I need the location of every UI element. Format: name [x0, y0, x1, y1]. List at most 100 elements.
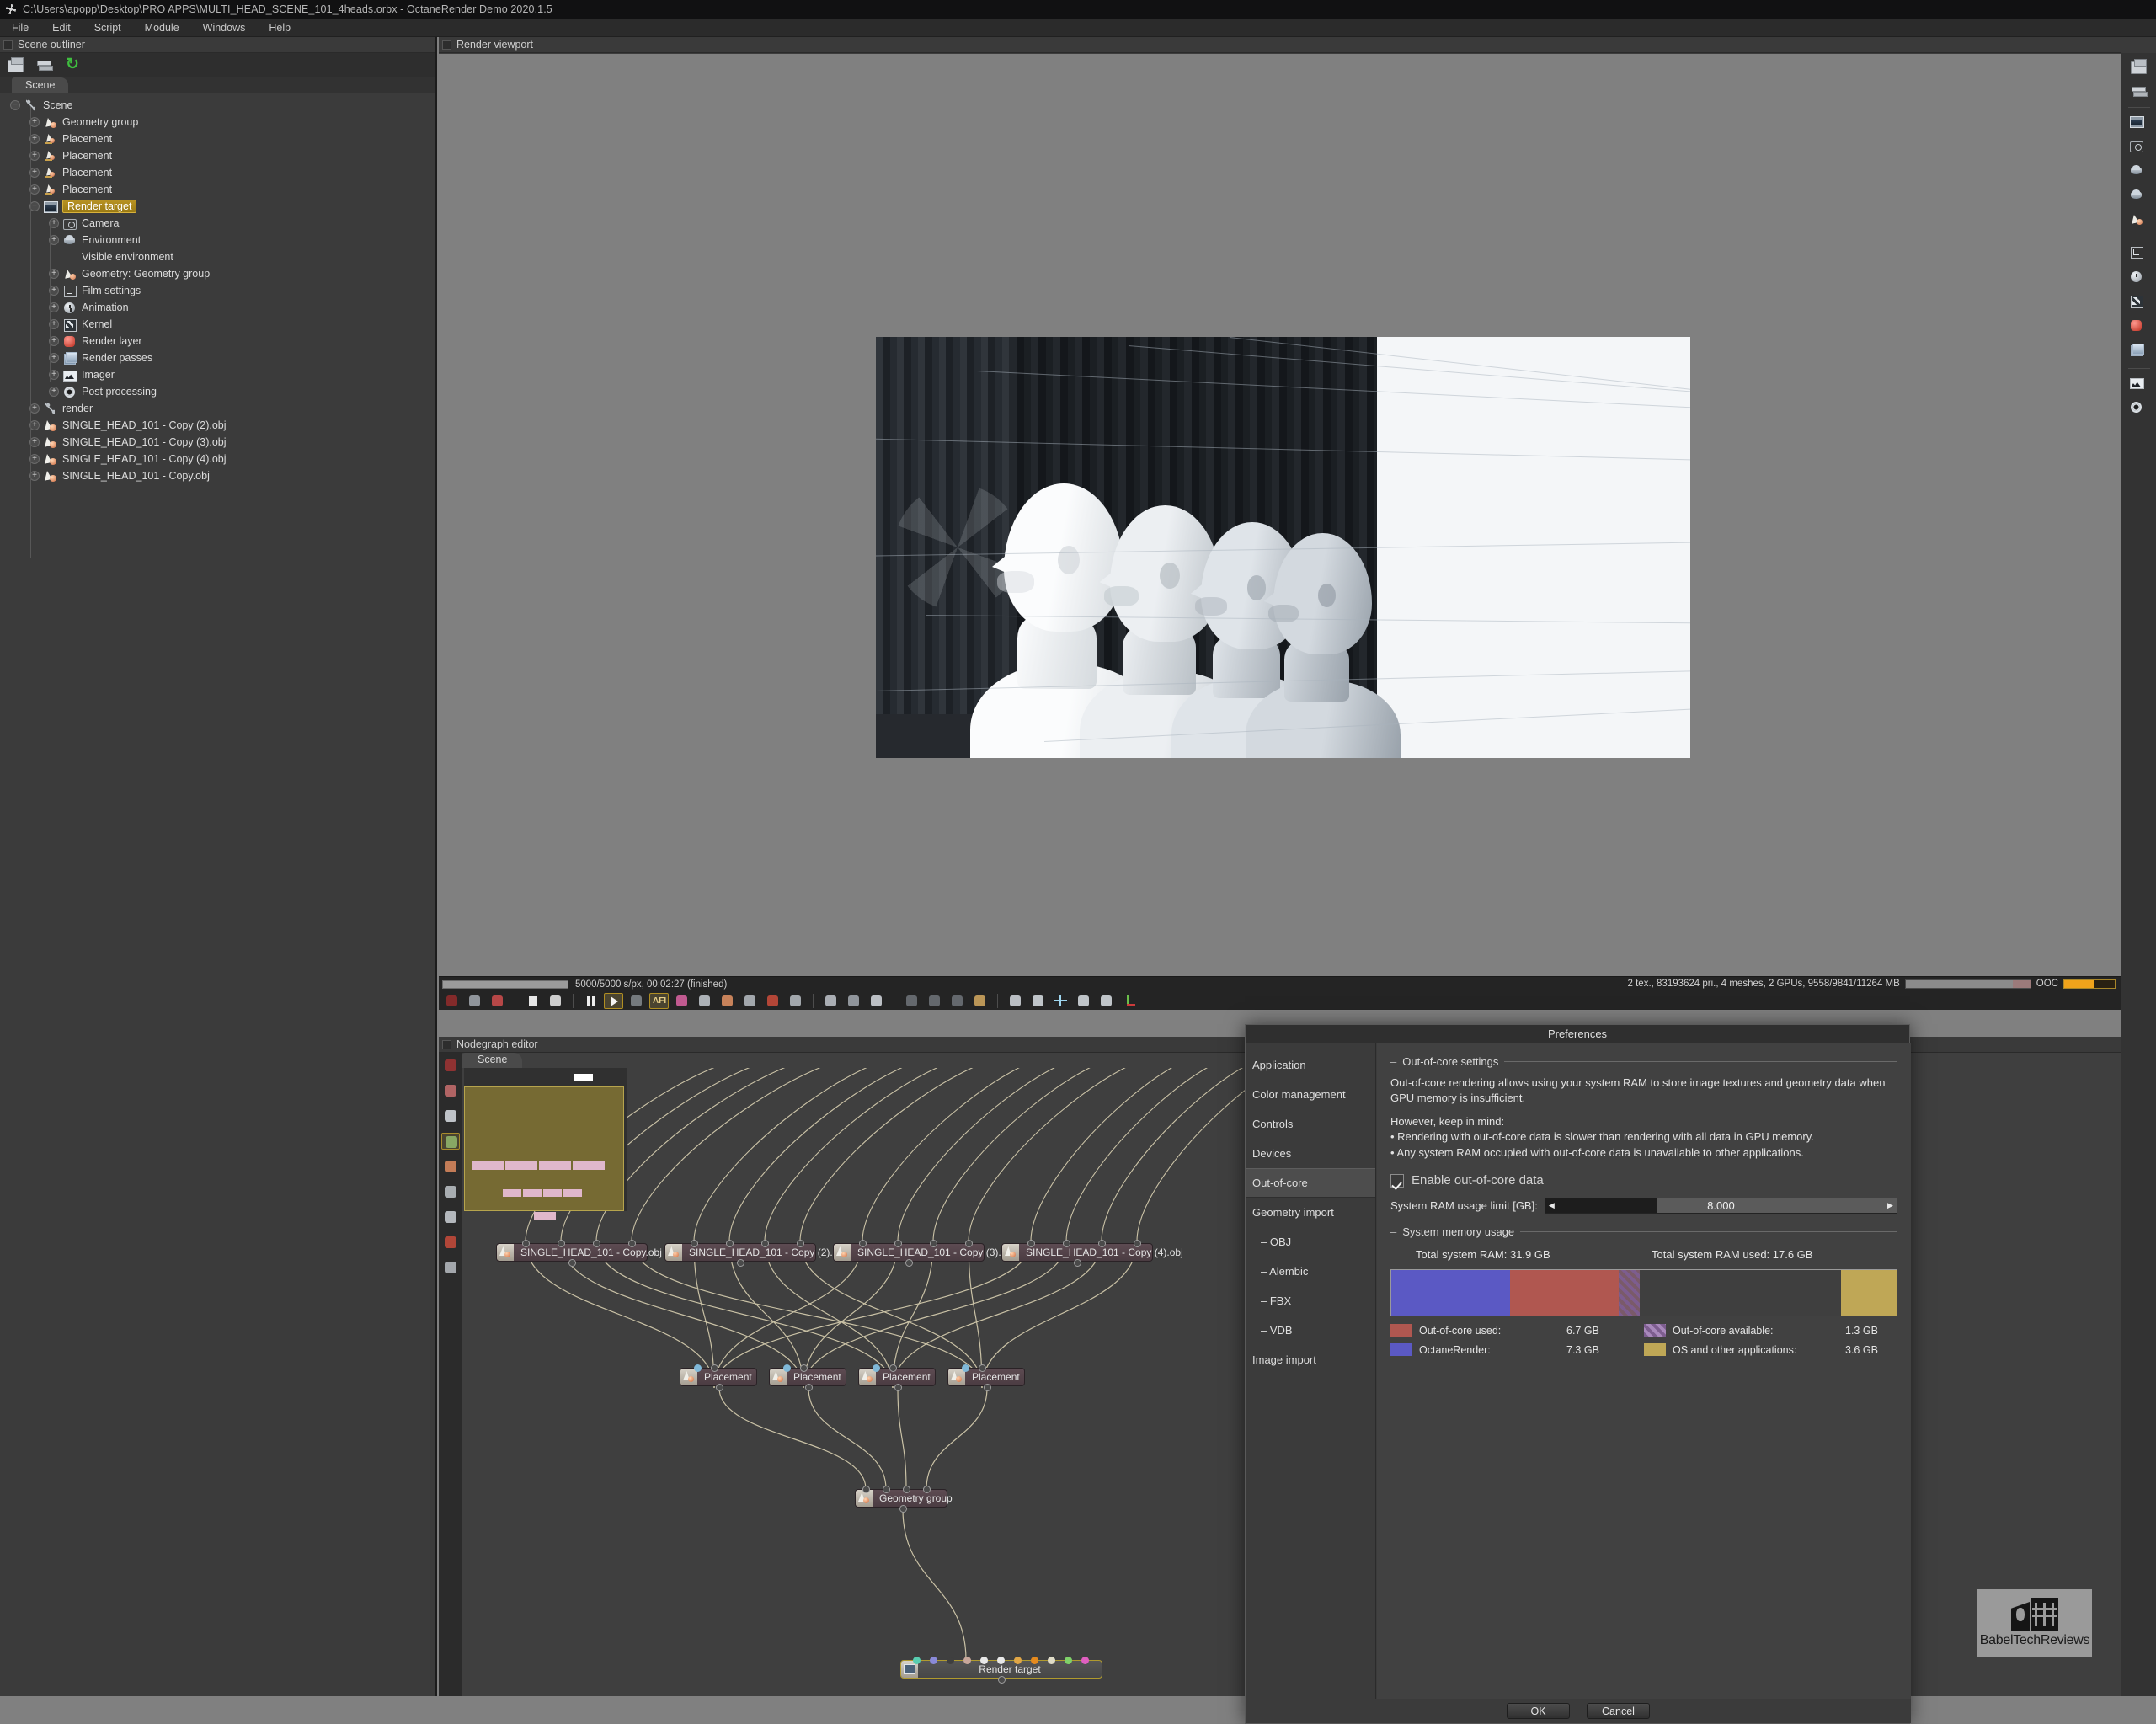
render-layer-icon[interactable]	[2130, 319, 2148, 336]
animation-icon[interactable]	[2130, 270, 2148, 287]
nodegraph-minimap[interactable]	[464, 1068, 627, 1260]
node-port[interactable]	[980, 1657, 988, 1664]
node-port[interactable]	[711, 1364, 718, 1372]
node-port[interactable]	[962, 1364, 969, 1372]
prefs-item-application[interactable]: Application	[1246, 1050, 1375, 1080]
tree-item-animation[interactable]: + Animation	[0, 299, 435, 316]
node-port[interactable]	[1031, 1657, 1038, 1664]
node-port[interactable]	[873, 1364, 880, 1372]
node-geometry-group[interactable]: Geometry group	[855, 1486, 953, 1513]
layer-pick-icon[interactable]	[786, 993, 805, 1009]
tree-item-imager[interactable]: + Imager	[0, 366, 435, 383]
node-obj-1[interactable]: SINGLE_HEAD_101 - Copy.obj	[496, 1240, 662, 1267]
speed-icon[interactable]	[867, 993, 886, 1009]
node-port[interactable]	[1098, 1240, 1106, 1247]
node-port[interactable]	[899, 1505, 907, 1513]
tree-item-placement[interactable]: + Placement	[0, 147, 435, 164]
move-icon[interactable]	[1051, 993, 1070, 1009]
cube-icon[interactable]	[1028, 993, 1048, 1009]
node-render-target[interactable]: Render target	[900, 1657, 1102, 1684]
node-obj-3[interactable]: SINGLE_HEAD_101 - Copy (3).obj	[833, 1240, 1015, 1267]
region-icon[interactable]	[844, 993, 863, 1009]
material-sphere-icon[interactable]	[695, 993, 714, 1009]
menu-item-script[interactable]: Script	[83, 19, 133, 36]
screen-icon[interactable]	[627, 993, 646, 1009]
menu-item-module[interactable]: Module	[133, 19, 191, 36]
material-icon[interactable]	[441, 1158, 460, 1175]
menu-item-windows[interactable]: Windows	[191, 19, 258, 36]
clipboard-icon[interactable]	[902, 993, 921, 1009]
node-port[interactable]	[930, 1657, 937, 1664]
select-icon[interactable]	[441, 1082, 460, 1099]
node-port[interactable]	[1027, 1240, 1035, 1247]
camera-pick-icon[interactable]	[740, 993, 760, 1009]
node-port[interactable]	[797, 1240, 804, 1247]
restart-icon[interactable]	[546, 993, 565, 1009]
node-port[interactable]	[1014, 1657, 1022, 1664]
scale-icon[interactable]	[1097, 993, 1116, 1009]
node-port[interactable]	[859, 1240, 867, 1247]
node-port[interactable]	[894, 1384, 902, 1391]
visible-environment-icon[interactable]	[2130, 189, 2148, 205]
tree-item-geometry-group[interactable]: + Geometry group	[0, 114, 435, 131]
tree-item-single-head-101-copy-3-obj[interactable]: + SINGLE_HEAD_101 - Copy (3).obj	[0, 434, 435, 451]
pause-icon[interactable]	[581, 993, 600, 1009]
node-port[interactable]	[1074, 1259, 1081, 1267]
stack-icon[interactable]	[35, 56, 53, 73]
tree-item-render[interactable]: + render	[0, 400, 435, 417]
node-port[interactable]	[694, 1364, 702, 1372]
tree-item-single-head-101-copy-obj[interactable]: + SINGLE_HEAD_101 - Copy.obj	[0, 467, 435, 484]
node-port[interactable]	[963, 1657, 971, 1664]
color-wheel-icon[interactable]	[672, 993, 691, 1009]
node-port[interactable]	[947, 1657, 954, 1664]
node-port[interactable]	[737, 1259, 744, 1267]
panel-collapse-icon[interactable]	[442, 40, 451, 50]
node-port[interactable]	[984, 1384, 991, 1391]
panel-collapse-icon[interactable]	[3, 40, 13, 50]
tree-item-placement[interactable]: + Placement	[0, 164, 435, 181]
tree-item-film-settings[interactable]: + Film settings	[0, 282, 435, 299]
node-port[interactable]	[913, 1657, 921, 1664]
octane-icon[interactable]	[442, 993, 462, 1009]
graph-icon[interactable]	[441, 1133, 460, 1150]
slider-left-arrow-icon[interactable]: ◀	[1545, 1198, 1558, 1213]
node-port[interactable]	[894, 1240, 902, 1247]
node-port[interactable]	[930, 1240, 937, 1247]
node-port[interactable]	[1065, 1657, 1072, 1664]
prefs-item-geometry-import[interactable]: Geometry import	[1246, 1198, 1375, 1227]
tree-item-placement[interactable]: + Placement	[0, 181, 435, 198]
prefs-item-vdb[interactable]: – VDB	[1246, 1316, 1375, 1345]
environment-icon[interactable]	[2130, 164, 2148, 181]
prefs-item-out-of-core[interactable]: Out-of-core	[1246, 1168, 1375, 1198]
node-obj-4[interactable]: SINGLE_HEAD_101 - Copy (4).obj	[1001, 1240, 1183, 1267]
render-canvas[interactable]	[439, 54, 2121, 1010]
node-port[interactable]	[761, 1240, 769, 1247]
lock-icon[interactable]	[1006, 993, 1025, 1009]
panel-collapse-icon[interactable]	[442, 1039, 451, 1049]
node-port[interactable]	[800, 1364, 808, 1372]
node-placement-3[interactable]: Placement	[858, 1364, 936, 1391]
prefs-item-alembic[interactable]: – Alembic	[1246, 1257, 1375, 1286]
node-port[interactable]	[889, 1364, 897, 1372]
node-port[interactable]	[805, 1384, 813, 1391]
node-port[interactable]	[522, 1240, 530, 1247]
film-settings-icon[interactable]	[2130, 246, 2148, 263]
play-icon[interactable]	[604, 992, 623, 1009]
node-port[interactable]	[923, 1486, 931, 1493]
node-port[interactable]	[998, 1676, 1006, 1684]
node-placement-2[interactable]: Placement	[769, 1364, 846, 1391]
node-port[interactable]	[558, 1240, 565, 1247]
prefs-item-color-management[interactable]: Color management	[1246, 1080, 1375, 1109]
fit-icon[interactable]	[465, 993, 484, 1009]
tree-item-single-head-101-copy-2-obj[interactable]: + SINGLE_HEAD_101 - Copy (2).obj	[0, 417, 435, 434]
node-port[interactable]	[593, 1240, 600, 1247]
octane-node-icon[interactable]	[441, 1057, 460, 1074]
save-icon[interactable]	[7, 56, 24, 73]
node-port[interactable]	[965, 1240, 973, 1247]
prefs-item-image-import[interactable]: Image import	[1246, 1345, 1375, 1374]
post-processing-icon[interactable]	[2130, 401, 2148, 418]
enable-out-of-core-row[interactable]: Enable out-of-core data	[1390, 1173, 1897, 1188]
ram-limit-slider[interactable]: ◀ 8.000 ▶	[1544, 1198, 1897, 1214]
prefs-item-fbx[interactable]: – FBX	[1246, 1286, 1375, 1316]
stop-icon[interactable]	[523, 993, 542, 1009]
